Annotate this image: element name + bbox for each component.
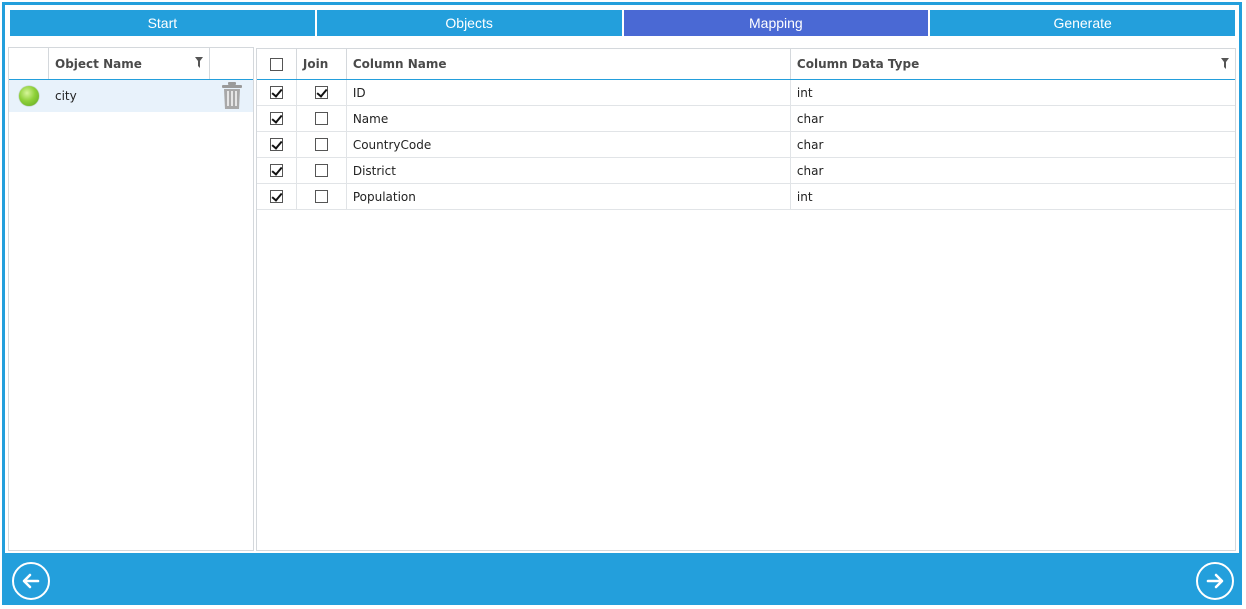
filter-icon[interactable] <box>1221 58 1229 69</box>
columns-grid: Join Column Name Column Data Type ID int… <box>256 48 1236 551</box>
objects-grid: Object Name city <box>8 47 254 551</box>
column-type: char <box>796 137 824 152</box>
object-name-column-header[interactable]: Object Name <box>49 48 210 79</box>
join-cell <box>297 184 347 209</box>
join-checkbox[interactable] <box>314 138 328 151</box>
join-cell <box>297 158 347 183</box>
select-checkbox[interactable] <box>269 112 283 125</box>
column-name-cell: Name <box>347 106 791 131</box>
select-all-checkbox[interactable] <box>269 57 283 71</box>
column-row[interactable]: Name char <box>257 106 1235 132</box>
join-cell <box>297 80 347 105</box>
column-type: int <box>796 85 813 100</box>
column-type-cell: char <box>791 158 1235 183</box>
object-name: city <box>55 89 77 103</box>
column-type-cell: int <box>791 80 1235 105</box>
step-start[interactable]: Start <box>10 10 315 36</box>
column-name: ID <box>352 85 366 100</box>
select-checkbox[interactable] <box>269 164 283 177</box>
step-objects[interactable]: Objects <box>316 10 622 36</box>
next-button[interactable] <box>1196 562 1234 600</box>
filter-icon[interactable] <box>195 57 203 68</box>
column-name-cell: ID <box>347 80 791 105</box>
arrow-left-icon <box>22 573 40 589</box>
column-type: char <box>796 111 824 126</box>
column-name-cell: CountryCode <box>347 132 791 157</box>
column-type-cell: int <box>791 184 1235 209</box>
join-column-header[interactable]: Join <box>297 49 347 79</box>
arrow-right-icon <box>1206 573 1224 589</box>
wizard-steps: Start Objects Mapping Generate <box>10 10 1235 36</box>
join-checkbox[interactable] <box>314 190 328 203</box>
column-type-header[interactable]: Column Data Type <box>791 49 1235 79</box>
column-name: District <box>352 163 396 178</box>
delete-cell <box>210 80 253 112</box>
step-mapping[interactable]: Mapping <box>623 10 929 36</box>
column-type: int <box>796 189 813 204</box>
column-type-header-label: Column Data Type <box>796 57 920 71</box>
status-column-header <box>9 48 49 79</box>
column-row[interactable]: CountryCode char <box>257 132 1235 158</box>
column-row[interactable]: ID int <box>257 80 1235 106</box>
object-row[interactable]: city <box>9 80 253 112</box>
status-ok-icon <box>19 86 39 106</box>
select-cell <box>257 158 297 183</box>
select-checkbox[interactable] <box>269 86 283 99</box>
select-checkbox[interactable] <box>269 190 283 203</box>
column-row[interactable]: Population int <box>257 184 1235 210</box>
join-checkbox[interactable] <box>314 86 328 99</box>
actions-column-header <box>210 48 253 79</box>
column-name-cell: Population <box>347 184 791 209</box>
join-header-label: Join <box>302 57 329 71</box>
object-name-header-label: Object Name <box>55 56 142 71</box>
column-name-header[interactable]: Column Name <box>347 49 791 79</box>
join-checkbox[interactable] <box>314 164 328 177</box>
column-name-cell: District <box>347 158 791 183</box>
select-cell <box>257 106 297 131</box>
column-name: Population <box>352 189 416 204</box>
column-type: char <box>796 163 824 178</box>
select-cell <box>257 184 297 209</box>
select-all-header <box>257 49 297 79</box>
join-cell <box>297 106 347 131</box>
column-row[interactable]: District char <box>257 158 1235 184</box>
status-cell <box>9 80 49 112</box>
select-checkbox[interactable] <box>269 138 283 151</box>
column-name: CountryCode <box>352 137 432 152</box>
column-name: Name <box>352 111 389 126</box>
column-type-cell: char <box>791 132 1235 157</box>
column-type-cell: char <box>791 106 1235 131</box>
column-name-header-label: Column Name <box>352 57 447 71</box>
select-cell <box>257 80 297 105</box>
select-cell <box>257 132 297 157</box>
join-cell <box>297 132 347 157</box>
back-button[interactable] <box>12 562 50 600</box>
trash-icon[interactable] <box>219 82 245 110</box>
footer-bar <box>5 553 1239 605</box>
columns-grid-header: Join Column Name Column Data Type <box>257 49 1235 80</box>
step-generate[interactable]: Generate <box>930 10 1235 36</box>
join-checkbox[interactable] <box>314 112 328 125</box>
objects-grid-header: Object Name <box>9 48 253 80</box>
object-name-cell: city <box>49 80 210 112</box>
